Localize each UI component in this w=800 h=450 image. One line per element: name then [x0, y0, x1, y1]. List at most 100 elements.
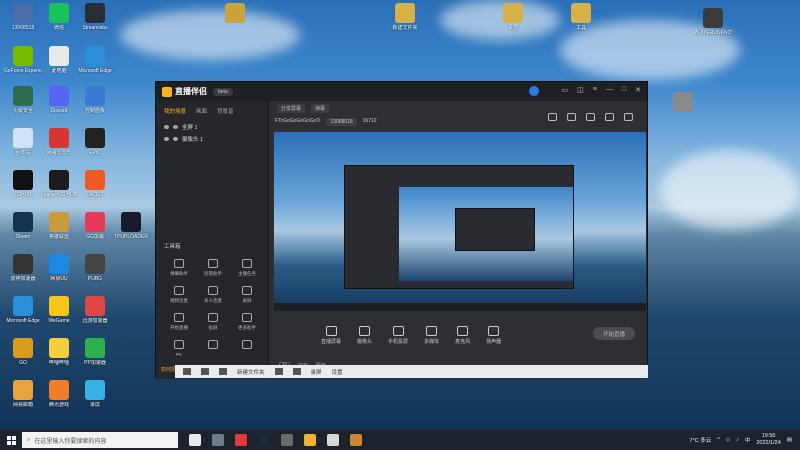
app-titlebar[interactable]: 直播伴侣 beta ▭ ◫ ≡ — □ ✕: [156, 82, 647, 101]
version-pill[interactable]: beta: [213, 87, 233, 96]
scene-item[interactable]: 摄像头 1: [156, 133, 268, 145]
source-button[interactable]: 摄像头: [357, 325, 372, 345]
danmaku-tab[interactable]: 弹幕: [311, 103, 330, 113]
minimize-icon[interactable]: —: [606, 86, 613, 94]
close-icon[interactable]: ✕: [635, 86, 641, 94]
source-button[interactable]: 扬声器: [486, 325, 501, 345]
desktop-icon[interactable]: GeForce Experience: [4, 46, 42, 74]
desktop-icon[interactable]: 回收站: [4, 128, 42, 156]
start-live-button[interactable]: 开始直播: [593, 327, 635, 340]
scene-item[interactable]: 全屏 1: [156, 121, 268, 133]
tab-picture[interactable]: 画面: [196, 107, 207, 115]
live-companion-window[interactable]: 直播伴侣 beta ▭ ◫ ≡ — □ ✕ 我的场景 画面 背景音 全屏 1 摄…: [155, 81, 648, 379]
desktop-icon[interactable]: 微信: [40, 3, 78, 31]
tool-button[interactable]: 投屏: [196, 313, 230, 331]
menu-icon[interactable]: ≡: [593, 86, 597, 94]
message-icon[interactable]: ▭: [562, 86, 569, 94]
desktop-icon[interactable]: 工具: [562, 3, 600, 31]
desktop-icon[interactable]: 素材: [494, 3, 532, 31]
desktop-icon[interactable]: Microsoft Edge: [76, 46, 114, 74]
desktop-icon[interactable]: WeGame: [40, 296, 78, 324]
bell-icon[interactable]: [605, 113, 614, 121]
desktop-icon[interactable]: Steam: [4, 212, 42, 240]
desktop-icon[interactable]: Microsoft Edge: [4, 296, 42, 324]
desktop-icon[interactable]: 哔哩哔哩: [40, 338, 78, 366]
gift-icon[interactable]: [548, 113, 557, 121]
tool-button[interactable]: 弹幕助手: [162, 259, 196, 277]
settings-icon[interactable]: [586, 113, 595, 121]
desktop-icon[interactable]: Discord: [40, 86, 78, 114]
desktop-icon[interactable]: [216, 3, 254, 25]
taskbar-app-icon[interactable]: [327, 434, 339, 446]
share-icon[interactable]: [624, 113, 633, 121]
desktop-icon[interactable]: 迅游加速器: [76, 296, 114, 324]
desktop-icon[interactable]: PP加速器: [76, 338, 114, 366]
chevron-up-icon[interactable]: ^: [717, 437, 720, 443]
tool-button[interactable]: 录屏: [230, 286, 264, 304]
taskbar-app-icon[interactable]: [281, 434, 293, 446]
tab-scenes[interactable]: 我的场景: [164, 107, 186, 115]
notification-icon[interactable]: ▤: [787, 437, 792, 443]
desktop-icon[interactable]: 录屏: [76, 380, 114, 408]
tool-button[interactable]: 房管助手: [196, 259, 230, 277]
source-button[interactable]: 直播屏幕: [321, 325, 341, 345]
taskbar-app-icon[interactable]: [258, 434, 270, 446]
tab-bgm[interactable]: 背景音: [217, 107, 234, 115]
tool-button[interactable]: 开始直播: [162, 313, 196, 331]
desktop-icon[interactable]: [664, 92, 702, 114]
desktop-icon[interactable]: 网易UU: [40, 254, 78, 282]
desktop-icon[interactable]: 新建文件夹: [386, 3, 424, 31]
tool-button[interactable]: PK: [162, 340, 196, 357]
tool-button[interactable]: 视频连麦: [162, 286, 196, 304]
desktop-icon[interactable]: 控制面板: [76, 86, 114, 114]
skin-icon[interactable]: ◫: [577, 86, 584, 94]
desktop-icon[interactable]: GG加速: [76, 212, 114, 240]
taskbar-app-icon[interactable]: [235, 434, 247, 446]
eye-icon[interactable]: [164, 125, 169, 129]
weather-label[interactable]: 7°C 多云: [689, 436, 711, 444]
desktop-icon[interactable]: 雷神加速器: [4, 254, 42, 282]
source-button[interactable]: 麦克风: [455, 325, 470, 345]
desktop-icon[interactable]: 火绒安全: [4, 86, 42, 114]
taskbar-app-icon[interactable]: [189, 434, 201, 446]
source-button[interactable]: 多媒体: [424, 325, 439, 345]
eye-icon[interactable]: [164, 137, 169, 141]
stream-preview[interactable]: [274, 132, 646, 311]
ime-label[interactable]: 中: [745, 436, 751, 444]
taskbar-app-icon[interactable]: [350, 434, 362, 446]
avatar[interactable]: [529, 86, 539, 96]
taskbar-app-icon[interactable]: [212, 434, 224, 446]
desktop-icon[interactable]: PLAYERUNKNOWN'S BATTLEGR...: [694, 8, 732, 36]
desktop-icon[interactable]: FACEIT: [76, 170, 114, 198]
share-screen-tab[interactable]: 分享屏幕: [277, 103, 306, 113]
desktop-icon[interactable]: Logitech G HUB: [40, 170, 78, 198]
desktop-icon[interactable]: Streamlabs: [76, 3, 114, 31]
clock[interactable]: 19:56 2022/1/24: [756, 433, 780, 447]
maximize-icon[interactable]: □: [622, 86, 626, 94]
desktop-icon[interactable]: TPUPLOADER: [112, 212, 150, 240]
lock-icon[interactable]: [173, 137, 178, 141]
tool-button[interactable]: 多人连麦: [196, 286, 230, 304]
tool-button[interactable]: [196, 340, 230, 357]
start-button[interactable]: [0, 430, 22, 450]
desktop-icon[interactable]: GO: [4, 338, 42, 366]
desktop-icon[interactable]: 网易云音乐: [40, 128, 78, 156]
volume-icon[interactable]: ♪: [736, 437, 739, 443]
network-icon[interactable]: ◇: [726, 437, 730, 443]
desktop-icon[interactable]: PUBG: [76, 254, 114, 282]
desktop-icon[interactable]: LGHUB: [4, 170, 42, 198]
tool-button[interactable]: 主播任务: [230, 259, 264, 277]
tool-button[interactable]: [230, 340, 264, 357]
desktop-icon[interactable]: 腾讯游戏: [40, 380, 78, 408]
chat-icon[interactable]: [567, 113, 576, 121]
desktop-icon[interactable]: 英雄联盟: [40, 212, 78, 240]
lock-icon[interactable]: [173, 125, 178, 129]
desktop-icon[interactable]: 网易邮箱: [4, 380, 42, 408]
desktop-icon[interactable]: 13068518: [4, 3, 42, 31]
taskbar-search[interactable]: ⌕ 在这里输入你要搜索的内容: [22, 432, 178, 448]
desktop-icon[interactable]: EPIC: [76, 128, 114, 156]
desktop-icon[interactable]: 此电脑: [40, 46, 78, 74]
tool-button[interactable]: 更多助手: [230, 313, 264, 331]
taskbar-app-icon[interactable]: [304, 434, 316, 446]
source-button[interactable]: 手机投屏: [388, 325, 408, 345]
